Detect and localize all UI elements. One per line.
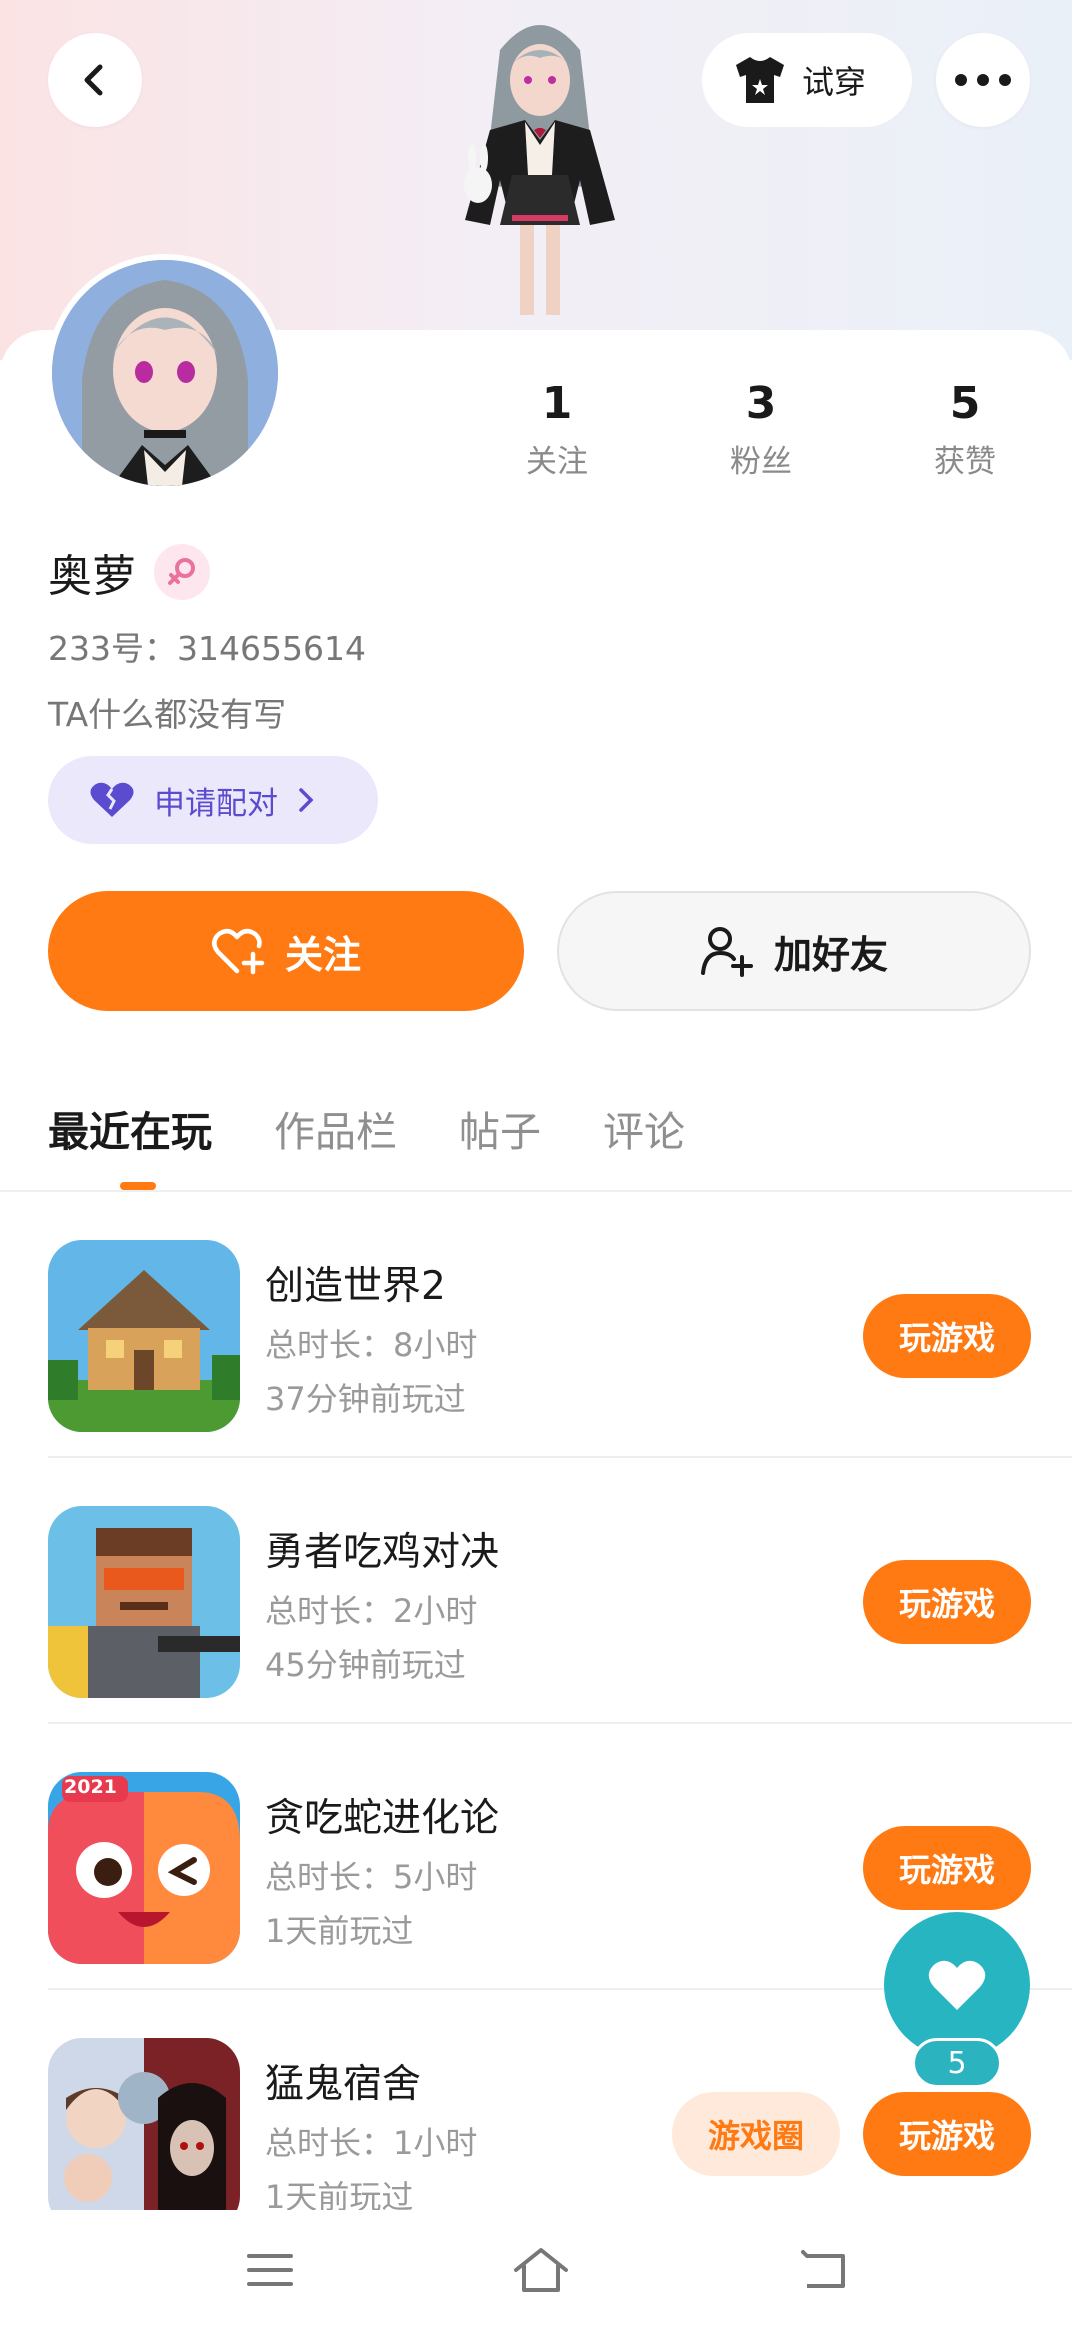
home-icon[interactable] <box>506 2240 576 2300</box>
add-friend-icon <box>700 927 753 977</box>
more-button[interactable] <box>936 33 1030 127</box>
play-game-button[interactable]: 玩游戏 <box>863 1294 1031 1378</box>
game-title: 创造世界2 <box>265 1264 446 1309</box>
back-icon[interactable] <box>790 2240 860 2300</box>
stat-following-value: 1 <box>541 378 573 429</box>
chevron-left-icon <box>84 64 103 96</box>
user-id: 233号：314655614 <box>48 629 366 668</box>
tab-comments[interactable]: 评论 <box>603 1098 685 1158</box>
profile-tabs: 最近在玩 作品栏 帖子 评论 <box>48 1098 685 1158</box>
female-symbol-icon <box>154 544 210 600</box>
recent-games-list: 创造世界2 总时长：8小时 37分钟前玩过 玩游戏 勇者吃鸡对决 总时长：2小时… <box>0 1192 1072 2256</box>
game-last-played: 45分钟前玩过 <box>265 1646 466 1684</box>
game-duration: 总时长：2小时 <box>265 1592 478 1630</box>
game-icon-ghost-dorm[interactable] <box>48 2038 240 2230</box>
stat-followers-value: 3 <box>745 378 777 429</box>
back-button[interactable] <box>48 33 142 127</box>
request-pair-label: 申请配对 <box>154 785 278 822</box>
heart-plus-icon <box>211 928 265 975</box>
request-pair-button[interactable]: 申请配对 <box>48 756 378 844</box>
stat-following[interactable]: 1 关注 <box>482 376 632 481</box>
follow-button[interactable]: 关注 <box>48 891 524 1011</box>
game-icon-year-badge: 2021 <box>64 1776 117 1798</box>
stat-likes[interactable]: 5 获赞 <box>890 376 1040 481</box>
stat-followers[interactable]: 3 粉丝 <box>686 376 836 481</box>
tab-posts[interactable]: 帖子 <box>459 1098 541 1158</box>
game-row[interactable]: 创造世界2 总时长：8小时 37分钟前玩过 玩游戏 <box>0 1192 1072 1458</box>
play-game-button[interactable]: 玩游戏 <box>863 2092 1031 2176</box>
game-title: 猛鬼宿舍 <box>265 2062 422 2107</box>
tab-works[interactable]: 作品栏 <box>274 1098 397 1158</box>
add-friend-button[interactable]: 加好友 <box>557 891 1031 1011</box>
active-tab-indicator <box>120 1182 156 1190</box>
heart-icon <box>90 782 134 817</box>
heart-icon <box>928 1960 986 2010</box>
menu-icon[interactable] <box>235 2240 305 2300</box>
nickname: 奥萝 <box>48 551 136 602</box>
tshirt-icon <box>736 57 784 103</box>
stat-followers-label: 粉丝 <box>730 444 792 480</box>
game-duration: 总时长：8小时 <box>265 1326 478 1364</box>
try-on-button[interactable]: 试穿 <box>702 33 912 127</box>
add-friend-label: 加好友 <box>773 932 888 977</box>
nickname-row: 奥萝 <box>48 540 210 604</box>
game-icon-brave-battle[interactable] <box>48 1506 240 1698</box>
stat-likes-label: 获赞 <box>934 444 996 480</box>
chevron-right-icon <box>299 788 314 812</box>
system-nav-bar <box>0 2210 1072 2336</box>
game-title: 贪吃蛇进化论 <box>265 1796 500 1841</box>
more-dots-icon <box>955 74 1011 86</box>
game-title: 勇者吃鸡对决 <box>265 1530 500 1575</box>
game-duration: 总时长：1小时 <box>265 2124 478 2162</box>
game-last-played: 37分钟前玩过 <box>265 1380 466 1418</box>
game-icon-create-world[interactable] <box>48 1240 240 1432</box>
stat-following-label: 关注 <box>526 444 588 480</box>
like-fab-button[interactable] <box>884 1912 1030 2058</box>
avatar-figure-image <box>464 25 615 315</box>
profile-page: 试穿 1 关注 3 粉丝 5 获赞 奥萝 233号：314655614 TA什么… <box>0 0 1072 2336</box>
try-on-label: 试穿 <box>802 63 867 101</box>
game-duration: 总时长：5小时 <box>265 1858 478 1896</box>
game-last-played: 1天前玩过 <box>265 1912 414 1950</box>
game-row[interactable]: 勇者吃鸡对决 总时长：2小时 45分钟前玩过 玩游戏 <box>0 1458 1072 1724</box>
game-icon-snake-evolution[interactable]: 2021 <box>48 1772 240 1964</box>
like-count-badge: 5 <box>912 2038 1002 2088</box>
bio: TA什么都没有写 <box>48 695 287 734</box>
stat-likes-value: 5 <box>949 378 981 429</box>
play-game-button[interactable]: 玩游戏 <box>863 1826 1031 1910</box>
follow-label: 关注 <box>284 932 361 977</box>
play-game-button[interactable]: 玩游戏 <box>863 1560 1031 1644</box>
tab-recent-played[interactable]: 最近在玩 <box>48 1098 212 1158</box>
profile-stats: 1 关注 3 粉丝 5 获赞 <box>0 376 1072 486</box>
game-circle-button[interactable]: 游戏圈 <box>672 2092 840 2176</box>
